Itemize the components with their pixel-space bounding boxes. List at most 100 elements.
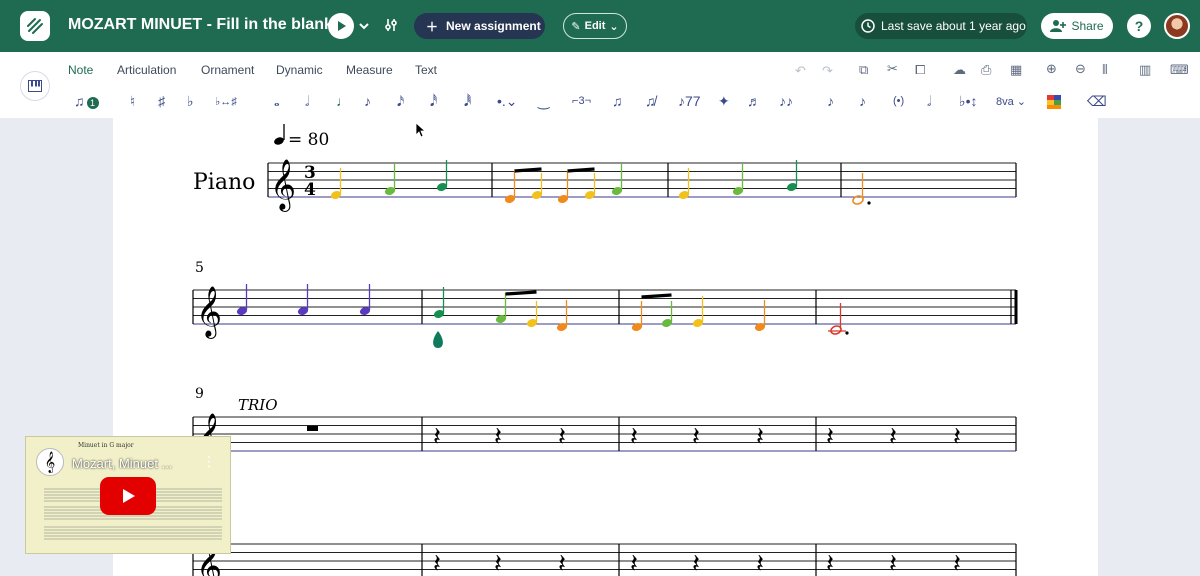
note (526, 301, 538, 327)
zoom-out-icon[interactable]: ⊖ (1075, 61, 1086, 77)
note (531, 173, 543, 199)
treble-clef-channel-icon: 𝄞 (36, 448, 64, 476)
more-options-icon[interactable]: ⋮ (202, 453, 216, 470)
share-button[interactable]: Share (1041, 13, 1113, 39)
quarter-rest: 𝄽 (953, 549, 961, 576)
tempo-label: = 80 (288, 130, 329, 150)
cut-icon[interactable]: ✂ (887, 61, 898, 77)
natural-icon[interactable]: ♮ (130, 93, 135, 110)
slash-note-icon[interactable]: 𝅗𝅥 (927, 93, 931, 110)
teal-drop-marker (433, 331, 443, 348)
voice-icon[interactable]: ♫ 1 (74, 93, 99, 109)
columns-icon[interactable]: ⦀ (1102, 62, 1108, 78)
quarter-rest: 𝄽 (630, 549, 638, 576)
tab-text[interactable]: Text (415, 63, 437, 77)
avatar[interactable] (1164, 13, 1190, 39)
dot-icon[interactable]: •.⌄ (497, 93, 518, 110)
note (692, 296, 704, 327)
note (359, 284, 371, 315)
treble-clef-icon: 𝄞 (270, 159, 296, 212)
score-title[interactable]: MOZART MINUET - Fill in the blank! (68, 16, 338, 34)
parenthesis-icon[interactable]: (•) (893, 95, 904, 107)
paste-icon[interactable]: ⧠ (915, 62, 925, 78)
small-note-icon[interactable]: ♪ (827, 93, 834, 109)
note (754, 300, 766, 331)
piano-keyboard-icon[interactable] (20, 71, 50, 101)
tie-icon[interactable]: ‿ (538, 93, 549, 110)
note (852, 173, 871, 205)
unbeam-icon[interactable]: ♫̸ (645, 93, 656, 109)
mixer-icon[interactable] (383, 17, 399, 38)
whole-rest (307, 426, 318, 431)
beam-icon[interactable]: ♫ (612, 93, 623, 109)
instrument-icon[interactable]: ▥ (1139, 62, 1151, 78)
last-save-status[interactable]: Last save about 1 year ago (855, 13, 1027, 39)
tab-dynamic[interactable]: Dynamic (276, 63, 323, 77)
quarter-note-icon[interactable]: ♩ (336, 93, 350, 109)
cloud-download-icon[interactable]: ☁ (953, 62, 966, 78)
quarter-rest: 𝄽 (558, 549, 566, 576)
redo-icon[interactable]: ↷ (822, 63, 833, 79)
note (330, 168, 342, 199)
tab-note[interactable]: Note (68, 63, 93, 77)
video-title: Mozart, Minuet ... (72, 456, 173, 471)
tab-articulation[interactable]: Articulation (117, 63, 176, 77)
note (495, 293, 507, 323)
youtube-play-button[interactable] (100, 477, 156, 515)
quarter-rest: 𝄽 (953, 422, 961, 452)
octave-icon[interactable]: 8va ⌄ (996, 95, 1026, 108)
zoom-in-icon[interactable]: ⊕ (1046, 61, 1057, 77)
transpose-icon[interactable]: ♭•↕ (959, 93, 978, 110)
tab-measure[interactable]: Measure (346, 63, 393, 77)
quarter-rest: 𝄽 (558, 422, 566, 452)
score-canvas[interactable]: = 80 Piano 𝄞𝄞𝄞𝄞 5 9 TRIO 3 4 𝄽𝄽𝄽𝄽𝄽𝄽𝄽𝄽𝄽𝄽𝄽… (113, 118, 1098, 576)
quarter-rest: 𝄽 (826, 422, 834, 452)
enharmonic-icon[interactable]: ♭↔♯ (215, 95, 237, 108)
beam-break-icon[interactable]: ♪77 (678, 93, 701, 109)
keyboard-icon[interactable]: ⌨ (1170, 62, 1189, 78)
triplet-icon[interactable]: ⌐3¬ (572, 95, 591, 107)
quarter-rest: 𝄽 (889, 422, 897, 452)
cross-staff-icon[interactable]: ♪♪ (779, 93, 793, 109)
half-note-icon[interactable]: 𝅗𝅥 (305, 93, 309, 110)
sharp-icon[interactable]: ♯ (158, 93, 165, 109)
time-signature-bottom: 4 (304, 180, 316, 200)
measure-number-9: 9 (195, 386, 204, 402)
sixteenth-note-icon[interactable]: 𝅘𝅥𝅯 (397, 93, 404, 110)
cue-note-icon[interactable]: ♪ (859, 93, 866, 109)
sixty-fourth-note-icon[interactable]: 𝅘𝅥𝅱 (464, 93, 471, 110)
top-bar: MOZART MINUET - Fill in the blank! ＋ New… (0, 0, 1200, 52)
grace-note-icon[interactable]: ✦ (718, 93, 730, 110)
print-icon[interactable]: ⎙ (981, 62, 991, 78)
score-sheet[interactable]: = 80 Piano 𝄞𝄞𝄞𝄞 5 9 TRIO 3 4 𝄽𝄽𝄽𝄽𝄽𝄽𝄽𝄽𝄽𝄽𝄽… (113, 118, 1098, 576)
app-logo-icon[interactable] (20, 11, 50, 41)
note (556, 300, 568, 331)
video-thumbnail[interactable]: Minuet in G major 𝄞 Mozart, Minuet ... ⋮ (25, 436, 231, 554)
note (297, 284, 309, 315)
note (631, 301, 643, 331)
new-assignment-button[interactable]: ＋ New assignment (414, 13, 545, 39)
tab-ornament[interactable]: Ornament (201, 63, 254, 77)
edit-button[interactable]: ✎ Edit ⌄ (563, 13, 627, 39)
color-palette-icon[interactable] (1047, 95, 1061, 112)
undo-icon[interactable]: ↶ (795, 63, 806, 79)
thirty-second-note-icon[interactable]: 𝅘𝅥𝅰 (430, 93, 437, 110)
add-user-icon (1050, 20, 1067, 32)
quarter-rest: 𝄽 (494, 549, 502, 576)
beam (514, 167, 542, 173)
note (236, 284, 248, 315)
layout-icon[interactable]: ▦ (1010, 62, 1022, 78)
chevron-down-icon[interactable] (358, 18, 370, 36)
delete-icon[interactable]: ⌫ (1087, 93, 1107, 110)
help-button[interactable]: ? (1127, 14, 1151, 38)
flat-icon[interactable]: ♭ (187, 93, 194, 110)
copy-icon[interactable]: ⧉ (859, 62, 868, 78)
whole-note-icon[interactable]: 𝅝 (274, 93, 280, 110)
edit-label: Edit (584, 20, 606, 32)
beam-group-icon[interactable]: ♬ (747, 93, 761, 109)
eighth-note-icon[interactable]: ♪ (364, 93, 371, 109)
voice-number-badge: 1 (86, 97, 99, 109)
clock-icon (861, 19, 875, 33)
plus-icon: ＋ (426, 19, 439, 34)
play-button[interactable] (328, 13, 354, 39)
